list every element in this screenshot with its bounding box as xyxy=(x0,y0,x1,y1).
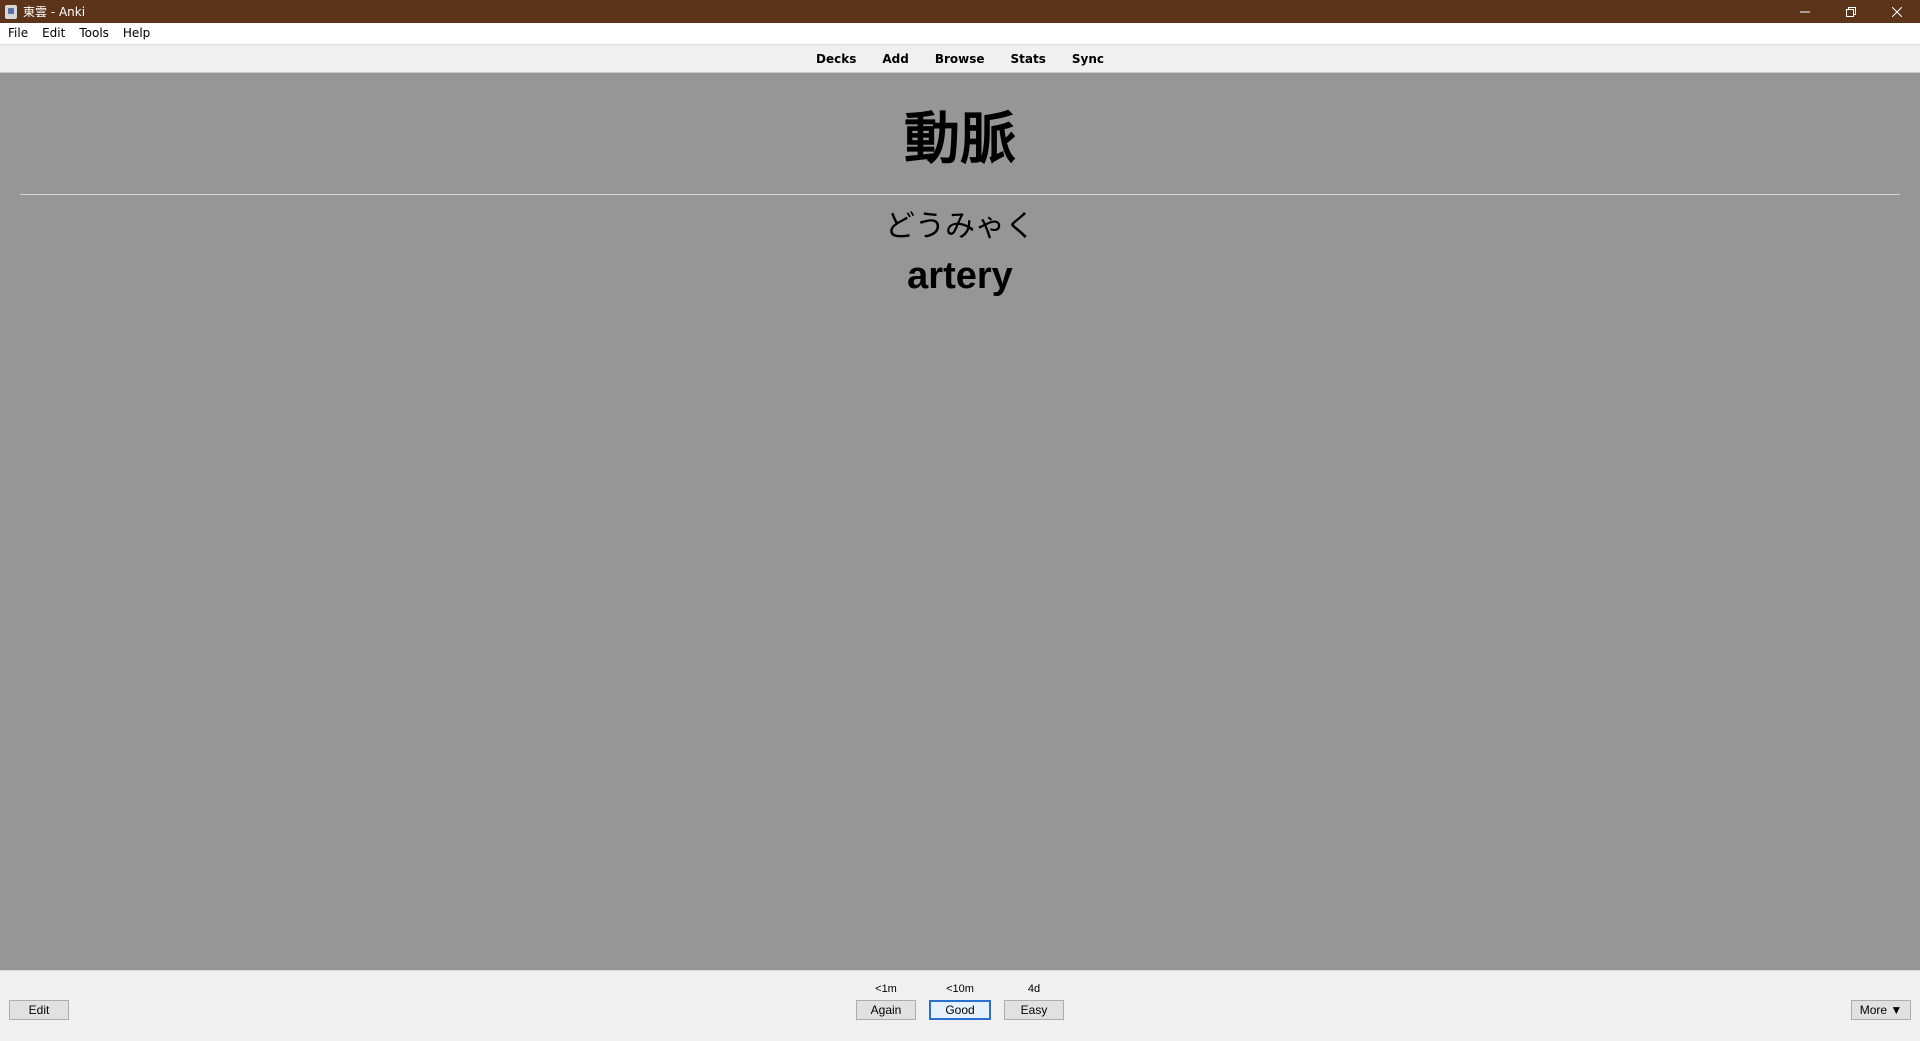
more-button[interactable]: More ▼ xyxy=(1851,1000,1911,1020)
title-bar: 東雲 - Anki xyxy=(0,0,1920,23)
card-reading-text: どうみゃく xyxy=(885,209,1035,244)
menu-tools[interactable]: Tools xyxy=(72,23,116,44)
restore-icon xyxy=(1846,6,1856,17)
easy-interval: 4d xyxy=(1027,983,1041,995)
toolbar-sync[interactable]: Sync xyxy=(1059,52,1117,66)
card-meaning-text: artery xyxy=(907,255,1013,297)
answer-bar: Edit <1m <10m 4d Again Good Easy More ▼ xyxy=(0,970,1920,1041)
easy-button[interactable]: Easy xyxy=(1004,1000,1064,1020)
anki-app-icon xyxy=(5,4,17,19)
toolbar-browse[interactable]: Browse xyxy=(922,52,998,66)
card-front-text: 動脈 xyxy=(904,107,1016,172)
minimize-icon xyxy=(1800,7,1810,17)
restore-button[interactable] xyxy=(1828,0,1874,23)
toolbar-decks[interactable]: Decks xyxy=(803,52,869,66)
main-toolbar: Decks Add Browse Stats Sync xyxy=(0,45,1920,73)
toolbar-add[interactable]: Add xyxy=(869,52,921,66)
window-controls xyxy=(1782,0,1920,23)
edit-button[interactable]: Edit xyxy=(9,1000,69,1020)
answer-divider xyxy=(20,194,1900,195)
window-title: 東雲 - Anki xyxy=(23,5,86,19)
close-button[interactable] xyxy=(1874,0,1920,23)
toolbar-stats[interactable]: Stats xyxy=(998,52,1059,66)
menu-bar: File Edit Tools Help xyxy=(0,23,1920,45)
minimize-button[interactable] xyxy=(1782,0,1828,23)
menu-edit[interactable]: Edit xyxy=(35,23,72,44)
menu-help[interactable]: Help xyxy=(116,23,157,44)
good-interval: <10m xyxy=(946,983,974,995)
again-button[interactable]: Again xyxy=(856,1000,916,1020)
card-review-area: 動脈 どうみゃく artery xyxy=(0,73,1920,970)
good-button[interactable]: Good xyxy=(929,1000,991,1020)
again-interval: <1m xyxy=(875,983,897,995)
close-icon xyxy=(1892,6,1902,17)
menu-file[interactable]: File xyxy=(0,23,35,44)
